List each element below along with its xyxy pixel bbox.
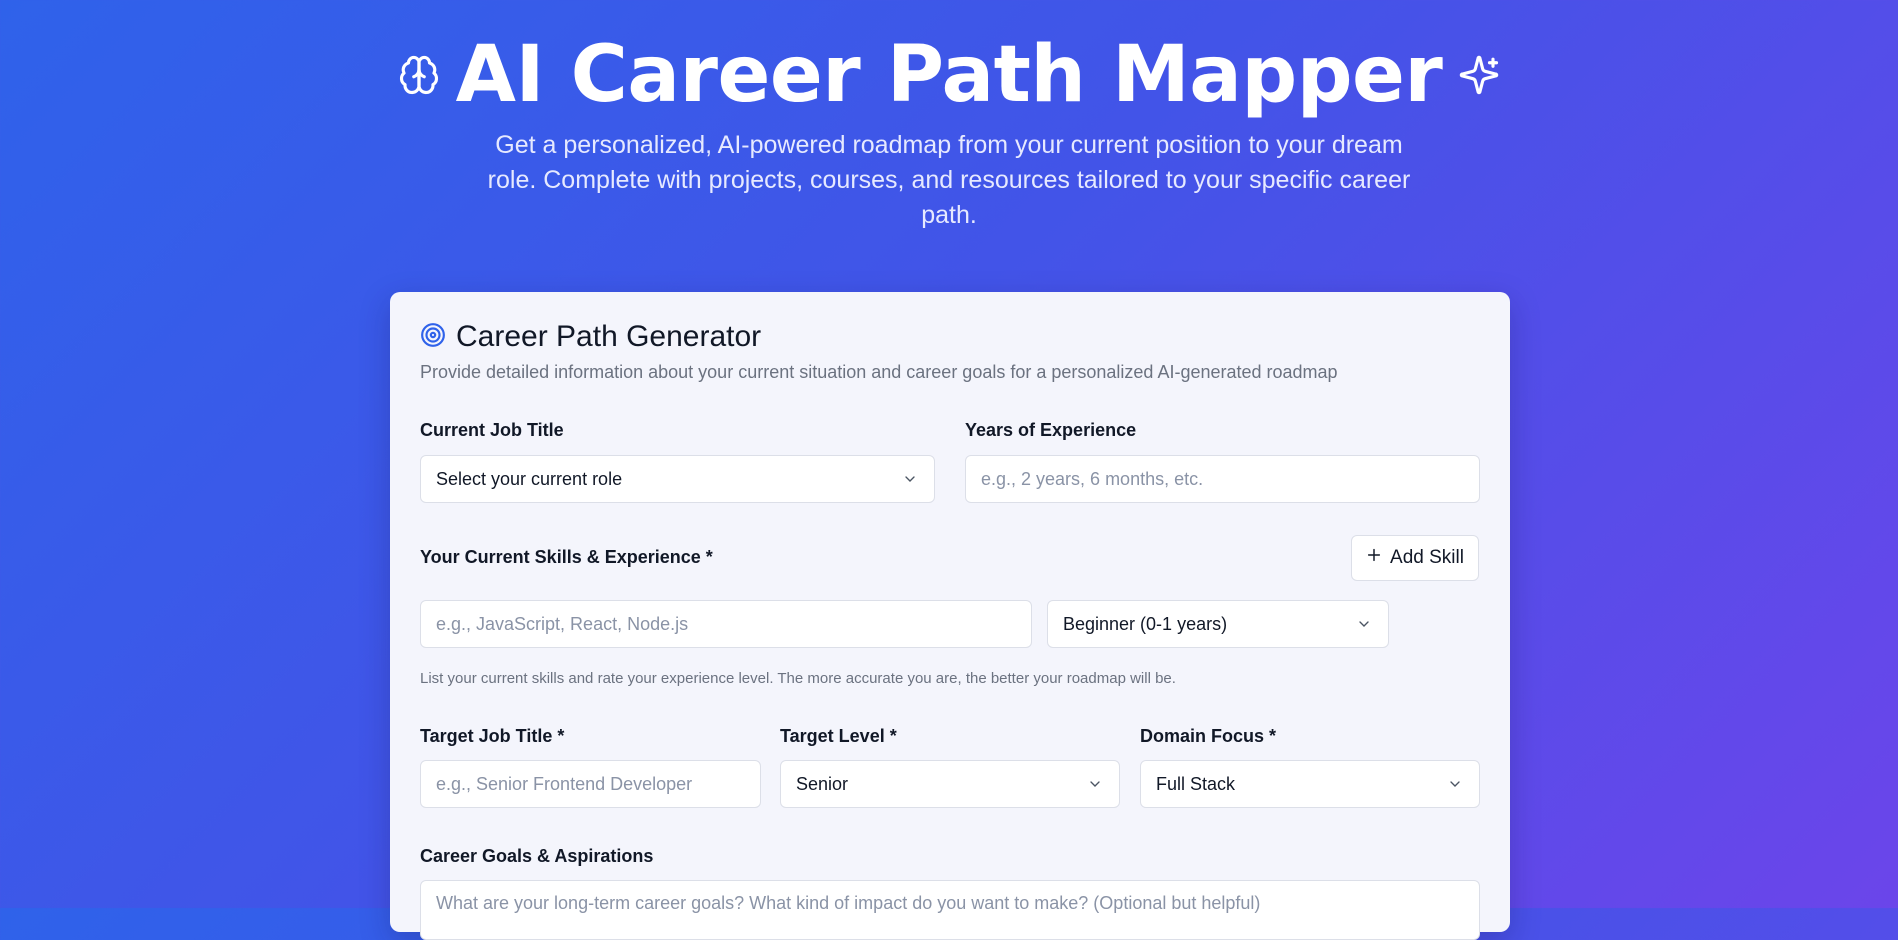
hero-title-row: AI Career Path Mapper	[0, 30, 1898, 120]
target-level-label: Target Level *	[780, 726, 897, 746]
hero-subtitle: Get a personalized, AI-powered roadmap f…	[487, 131, 1411, 229]
card-description: Provide detailed information about your …	[420, 362, 1338, 382]
current-job-select[interactable]: Select your current role	[420, 455, 935, 503]
plus-icon	[1366, 547, 1382, 569]
skills-label: Your Current Skills & Experience *	[420, 547, 713, 567]
target-job-placeholder: e.g., Senior Frontend Developer	[436, 773, 693, 794]
target-level-select[interactable]: Senior	[780, 760, 1120, 808]
brain-icon	[398, 53, 440, 97]
experience-placeholder: e.g., 2 years, 6 months, etc.	[981, 468, 1204, 489]
chevron-down-icon	[1447, 776, 1463, 797]
skills-hint: List your current skills and rate your e…	[420, 670, 1176, 687]
skill-level-select[interactable]: Beginner (0-1 years)	[1047, 600, 1389, 648]
domain-value: Full Stack	[1156, 773, 1236, 794]
domain-label: Domain Focus *	[1140, 726, 1277, 746]
current-job-value: Select your current role	[436, 468, 623, 489]
chevron-down-icon	[1356, 616, 1372, 637]
page-title: AI Career Path Mapper	[455, 30, 1443, 120]
target-level-value: Senior	[796, 773, 849, 794]
experience-input[interactable]: e.g., 2 years, 6 months, etc.	[965, 455, 1480, 503]
chevron-down-icon	[1087, 776, 1103, 797]
skill-level-value: Beginner (0-1 years)	[1063, 613, 1228, 634]
sparkles-icon	[1458, 54, 1500, 96]
add-skill-button[interactable]: Add Skill	[1351, 535, 1479, 581]
experience-label: Years of Experience	[965, 420, 1137, 440]
skill-input[interactable]: e.g., JavaScript, React, Node.js	[420, 600, 1032, 648]
target-icon	[420, 322, 446, 353]
target-job-label: Target Job Title *	[420, 726, 565, 746]
target-job-input[interactable]: e.g., Senior Frontend Developer	[420, 760, 761, 808]
add-skill-label: Add Skill	[1390, 547, 1464, 568]
goals-textarea[interactable]: What are your long-term career goals? Wh…	[420, 880, 1480, 940]
goals-label: Career Goals & Aspirations	[420, 846, 654, 866]
career-path-card: Career Path Generator Provide detailed i…	[390, 292, 1510, 940]
card-header: Career Path Generator	[420, 320, 761, 354]
card-title: Career Path Generator	[456, 320, 762, 353]
domain-select[interactable]: Full Stack	[1140, 760, 1480, 808]
skill-placeholder: e.g., JavaScript, React, Node.js	[436, 613, 689, 634]
chevron-down-icon	[902, 471, 918, 492]
goals-placeholder: What are your long-term career goals? Wh…	[436, 893, 1261, 913]
current-job-label: Current Job Title	[420, 420, 564, 440]
